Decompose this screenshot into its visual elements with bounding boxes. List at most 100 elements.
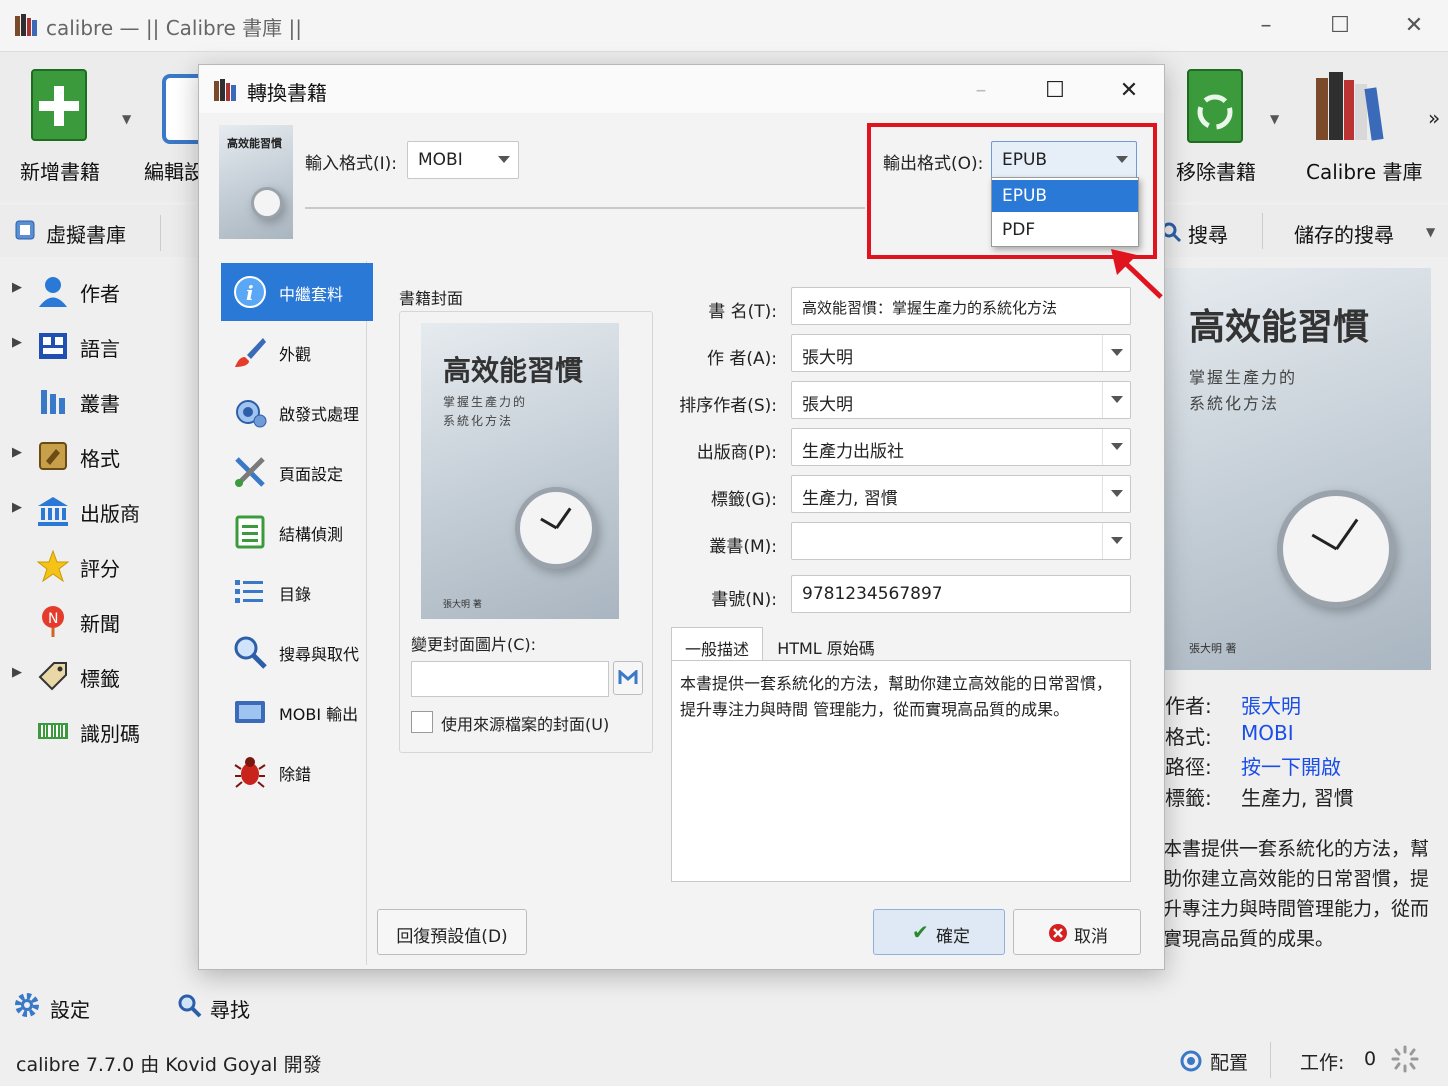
cover-path-input[interactable] [411,661,609,697]
cover-subtitle: 掌握生產力的 [1189,368,1298,387]
barcode-icon [38,723,68,739]
path-link[interactable]: 按一下開啟 [1241,751,1341,780]
chevron-down-icon[interactable] [1102,335,1130,371]
tag-browser-item-rating[interactable]: 評分 [0,543,200,591]
tag-browser-label: 叢書 [80,392,120,416]
calibre-library-button[interactable]: Calibre 書庫 [1298,66,1428,186]
sidebar-item-page-setup[interactable]: 頁面設定 [221,443,373,501]
chevron-down-icon[interactable] [1102,523,1130,559]
edit-metadata-button[interactable]: 編輯設 [138,66,204,186]
isbn-input[interactable]: 9781234567897 [791,575,1131,613]
virtual-library-button[interactable]: 虛擬書庫 [14,215,154,247]
sidebar-item-debug[interactable]: 除錯 [221,743,373,801]
author-sort-label: 排序作者(S): [679,396,777,416]
book-details-cover[interactable]: 高效能習慣 掌握生產力的 系統化方法 張大明 著 [1165,268,1431,670]
calibre-library-label: Calibre 書庫 [1306,160,1423,184]
chevron-down-icon[interactable] [1102,476,1130,512]
close-window-button[interactable]: ✕ [1394,10,1434,42]
chevron-down-icon[interactable] [1102,382,1130,418]
sidebar-label: MOBI 輸出 [279,705,359,724]
output-format-option-pdf[interactable]: PDF [992,214,1138,246]
tag-browser-item-tags[interactable]: ▶ 標籤 [0,653,200,701]
remove-books-button[interactable]: ▼ 移除書籍 [1170,66,1288,186]
tags-combo[interactable]: 生產力, 習慣 [791,475,1131,513]
preferences-button[interactable]: 設定 [14,990,114,1022]
thumbnail-title: 高效能習慣 [227,137,282,150]
author-combo[interactable]: 張大明 [791,334,1131,372]
tab-general-description[interactable]: 一般描述 [671,627,763,661]
title-input[interactable]: 高效能習慣：掌握生產力的系統化方法 [791,287,1131,325]
dialog-titlebar: 轉換書籍 – ☐ ✕ [199,65,1164,113]
minimize-button[interactable]: – [1246,10,1286,42]
expand-arrow-icon[interactable]: ▶ [12,280,22,295]
saved-searches-button[interactable]: 儲存的搜尋 ▼ [1294,219,1444,249]
output-format-value: EPUB [1002,150,1048,170]
series-combo[interactable] [791,522,1131,560]
sidebar-item-heuristics[interactable]: 啟發式處理 [221,383,373,441]
dialog-minimize-button[interactable]: – [961,75,1001,107]
publisher-combo[interactable]: 生產力出版社 [791,428,1131,466]
sidebar-item-metadata[interactable]: i 中繼套料 [221,263,373,321]
sidebar-item-structure-detection[interactable]: 結構偵測 [221,503,373,561]
chevron-down-icon[interactable]: ▼ [122,112,131,126]
tag-browser-item-formats[interactable]: ▶ 格式 [0,433,200,481]
output-format-option-epub[interactable]: EPUB [992,180,1138,212]
dialog-maximize-button[interactable]: ☐ [1035,75,1075,107]
toolbar-overflow-button[interactable]: » [1428,106,1440,130]
tag-browser-item-publishers[interactable]: ▶ 出版商 [0,488,200,536]
jobs-count[interactable]: 0 [1364,1048,1376,1070]
tags-field-label: 標籤(G): [710,490,777,510]
sidebar-item-look-and-feel[interactable]: 外觀 [221,323,373,381]
format-label: 格式: [1165,725,1212,749]
toc-icon [235,580,263,603]
find-button[interactable]: 尋找 [176,990,276,1022]
layout-button[interactable]: 配置 [1180,1048,1260,1076]
author-field-label: 作 者(A): [706,349,777,369]
author-sort-combo[interactable]: 張大明 [791,381,1131,419]
maximize-button[interactable]: ☐ [1320,10,1360,42]
format-link[interactable]: MOBI [1241,721,1294,745]
sidebar-item-mobi-output[interactable]: MOBI 輸出 [221,683,373,741]
expand-arrow-icon[interactable]: ▶ [12,665,22,680]
tag-browser-item-authors[interactable]: ▶ 作者 [0,268,200,316]
expand-arrow-icon[interactable]: ▶ [12,500,22,515]
expand-arrow-icon[interactable]: ▶ [12,335,22,350]
add-books-button[interactable]: ▼ 新增書籍 [14,66,132,186]
chevron-down-icon[interactable] [1102,429,1130,465]
cancel-button[interactable]: 取消 [1013,909,1141,955]
tab-html-source[interactable]: HTML 原始碼 [765,627,887,661]
sidebar-item-toc[interactable]: 目錄 [221,563,373,621]
dialog-close-button[interactable]: ✕ [1109,75,1149,107]
restore-defaults-button[interactable]: 回復預設值(D) [377,909,527,955]
input-format-label: 輸入格式(I): [305,154,398,174]
clock-icon [1277,490,1395,608]
tag-browser-item-news[interactable]: N 新聞 [0,598,200,646]
library-books-icon [1316,72,1384,141]
expand-arrow-icon[interactable]: ▶ [12,445,22,460]
browse-cover-button[interactable] [613,661,643,695]
input-format-select[interactable]: MOBI [407,141,519,179]
use-source-cover-label: 使用來源檔案的封面(U) [441,715,610,734]
virtual-library-label: 虛擬書庫 [46,223,126,247]
sidebar-label: 外觀 [279,345,312,364]
ok-button[interactable]: ✔ 確定 [873,909,1005,955]
jobs-label: 工作: [1300,1052,1345,1074]
add-book-icon [31,69,87,141]
layout-label: 配置 [1210,1052,1249,1074]
description-editor[interactable]: 本書提供一套系統化的方法，幫助你建立高效能的日常習慣，提升專注力與時間 管理能力… [671,660,1131,882]
publisher-icon [38,497,68,526]
find-label: 尋找 [210,998,250,1022]
use-source-cover-checkbox[interactable] [411,711,433,733]
output-format-select[interactable]: EPUB [991,141,1137,179]
recycle-icon [1187,69,1243,143]
sidebar-item-search-replace[interactable]: 搜尋與取代 [221,623,373,681]
separator [1270,1042,1271,1078]
author-link[interactable]: 張大明 [1241,690,1301,719]
tag-browser-label: 新聞 [80,612,120,636]
search-button[interactable]: 搜尋 [1160,219,1250,249]
dialog-title: 轉換書籍 [247,81,327,105]
tag-browser-item-languages[interactable]: ▶ 語言 [0,323,200,371]
chevron-down-icon[interactable]: ▼ [1270,112,1279,126]
tag-browser-item-identifiers[interactable]: 識別碼 [0,708,200,756]
tag-browser-item-series[interactable]: 叢書 [0,378,200,426]
